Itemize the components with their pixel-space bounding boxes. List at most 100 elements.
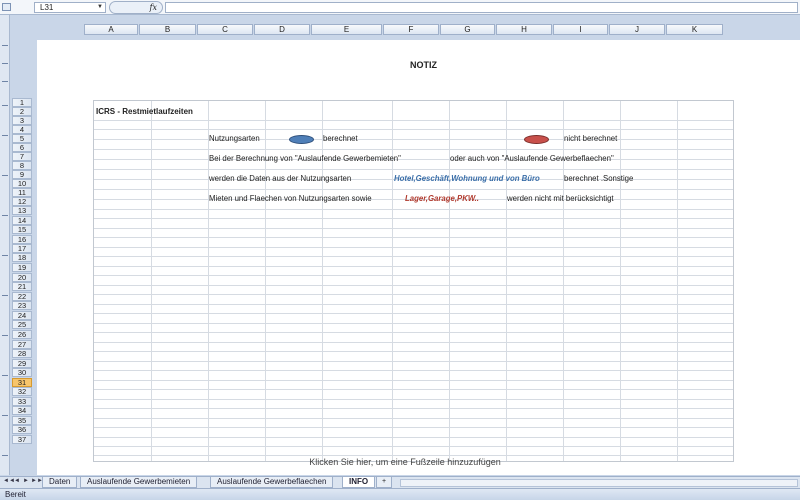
- row-header[interactable]: 18: [12, 253, 32, 262]
- row-header[interactable]: 14: [12, 216, 32, 225]
- add-footer-hint[interactable]: Klicken Sie hier, um eine Fußzeile hinzu…: [10, 457, 800, 467]
- column-header-k[interactable]: K: [666, 24, 723, 35]
- row-header[interactable]: 20: [12, 273, 32, 282]
- insert-sheet-icon[interactable]: +: [376, 477, 392, 488]
- row-header[interactable]: 32: [12, 387, 32, 396]
- row-header[interactable]: 33: [12, 397, 32, 406]
- row-header[interactable]: 3: [12, 116, 32, 125]
- row-header[interactable]: 37: [12, 435, 32, 444]
- row-header[interactable]: 2: [12, 107, 32, 116]
- ruler-mark: [2, 295, 8, 296]
- description-line-2a: werden die Daten aus der Nutzungsarten: [209, 174, 352, 183]
- tab-auslaufende-gewerbemieten[interactable]: Auslaufende Gewerbemieten: [80, 477, 198, 488]
- grid-line: [94, 370, 733, 371]
- grid-line: [94, 446, 733, 447]
- grid-line: [94, 169, 733, 170]
- row-header[interactable]: 1: [12, 98, 32, 107]
- row-header[interactable]: 29: [12, 359, 32, 368]
- ruler-mark: [2, 81, 8, 82]
- column-header-a[interactable]: A: [84, 24, 138, 35]
- grid-line: [94, 427, 733, 428]
- row-header[interactable]: 23: [12, 301, 32, 310]
- ruler-mark: [2, 375, 8, 376]
- grid-line: [94, 120, 733, 121]
- previous-sheet-icon[interactable]: ◄: [14, 478, 20, 484]
- column-header-b[interactable]: B: [139, 24, 196, 35]
- column-header-d[interactable]: D: [254, 24, 310, 35]
- row-header[interactable]: 34: [12, 406, 32, 415]
- row-header[interactable]: 6: [12, 143, 32, 152]
- tab-auslaufende-gewerbeflaechen[interactable]: Auslaufende Gewerbeflaechen: [210, 477, 334, 488]
- grid-line: [94, 237, 733, 238]
- ruler-mark: [2, 415, 8, 416]
- grid-line: [94, 159, 733, 160]
- row-header[interactable]: 24: [12, 311, 32, 320]
- column-header-bar: A B C D E F G H I J K: [37, 23, 800, 36]
- grid-line: [94, 294, 733, 295]
- row-header[interactable]: 35: [12, 416, 32, 425]
- chevron-down-icon[interactable]: ▼: [97, 3, 103, 12]
- column-header-i[interactable]: I: [553, 24, 608, 35]
- vertical-ruler: [0, 15, 10, 475]
- worksheet-page: NOTIZ ICRS - Restmietlaufzeiten Nutzungs…: [37, 40, 800, 475]
- sheet-tab-bar: ◄◄ ◄ ► ►► Daten Auslaufende Gewerbemiete…: [0, 476, 800, 488]
- included-usage-types: Hotel,Geschäft,Wohnung und von Büro: [394, 174, 540, 183]
- column-header-j[interactable]: J: [609, 24, 665, 35]
- grid-line: [94, 285, 733, 286]
- description-line-3b: werden nicht mit berücksichtigt: [507, 194, 614, 203]
- ruler-mark: [2, 45, 8, 46]
- row-header[interactable]: 15: [12, 225, 32, 234]
- column-header-c[interactable]: C: [197, 24, 253, 35]
- row-header[interactable]: 9: [12, 170, 32, 179]
- row-header[interactable]: 8: [12, 161, 32, 170]
- row-header[interactable]: 26: [12, 330, 32, 339]
- row-header-selected[interactable]: 31: [12, 378, 32, 387]
- row-header[interactable]: 21: [12, 282, 32, 291]
- insert-function-button[interactable]: fx: [109, 1, 163, 14]
- row-header[interactable]: 28: [12, 349, 32, 358]
- ruler-mark: [2, 135, 8, 136]
- horizontal-scrollbar[interactable]: [400, 479, 798, 487]
- column-header-g[interactable]: G: [440, 24, 495, 35]
- grid-line: [94, 418, 733, 419]
- row-header[interactable]: 4: [12, 125, 32, 134]
- calculated-color-swatch: [289, 135, 314, 144]
- grid-line: [94, 332, 733, 333]
- row-header[interactable]: 10: [12, 179, 32, 188]
- cell-grid[interactable]: ICRS - Restmietlaufzeiten Nutzungsarten …: [93, 100, 734, 462]
- status-text: Bereit: [5, 490, 26, 499]
- row-header[interactable]: 19: [12, 263, 32, 272]
- description-line-1b: oder auch von "Auslaufende Gewerbeflaech…: [450, 154, 614, 163]
- ruler-mark: [2, 455, 8, 456]
- page-layout-canvas: A B C D E F G H I J K 1 2 3 4 5 6 7 8 9 …: [10, 15, 800, 475]
- row-header[interactable]: 17: [12, 244, 32, 253]
- row-header[interactable]: 30: [12, 368, 32, 377]
- column-header-h[interactable]: H: [496, 24, 552, 35]
- tab-daten[interactable]: Daten: [42, 477, 78, 488]
- name-box[interactable]: L31 ▼: [34, 2, 106, 13]
- row-header[interactable]: 36: [12, 425, 32, 434]
- legend-calculated: berechnet: [323, 134, 358, 143]
- row-header[interactable]: 22: [12, 292, 32, 301]
- column-header-e[interactable]: E: [311, 24, 382, 35]
- row-header[interactable]: 25: [12, 320, 32, 329]
- row-header[interactable]: 16: [12, 235, 32, 244]
- ruler-mark: [2, 175, 8, 176]
- row-header[interactable]: 7: [12, 152, 32, 161]
- tab-info[interactable]: INFO: [342, 477, 376, 488]
- grid-line: [677, 101, 678, 461]
- column-header-f[interactable]: F: [383, 24, 439, 35]
- grid-line: [94, 408, 733, 409]
- row-header[interactable]: 13: [12, 206, 32, 215]
- grid-line: [94, 455, 733, 456]
- next-sheet-icon[interactable]: ►: [23, 478, 29, 484]
- formula-input[interactable]: [165, 2, 798, 13]
- row-header[interactable]: 11: [12, 188, 32, 197]
- grid-line: [94, 389, 733, 390]
- grid-line: [94, 361, 733, 362]
- legend-not-calculated: nicht berechnet: [564, 134, 618, 143]
- grid-line: [94, 437, 733, 438]
- row-header[interactable]: 12: [12, 197, 32, 206]
- row-header[interactable]: 5: [12, 134, 32, 143]
- row-header[interactable]: 27: [12, 340, 32, 349]
